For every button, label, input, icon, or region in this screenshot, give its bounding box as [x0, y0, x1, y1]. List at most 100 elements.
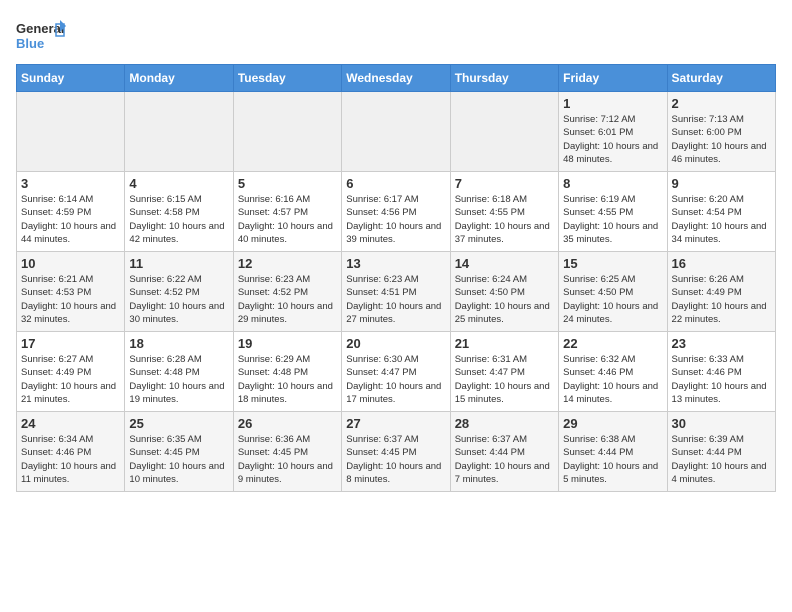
day-info: Sunrise: 6:25 AMSunset: 4:50 PMDaylight:… [563, 273, 662, 326]
day-info: Sunrise: 6:37 AMSunset: 4:45 PMDaylight:… [346, 433, 445, 486]
calendar-cell: 25 Sunrise: 6:35 AMSunset: 4:45 PMDayligh… [125, 412, 233, 492]
weekday-header-wednesday: Wednesday [342, 65, 450, 92]
calendar-cell: 12Sunrise: 6:23 AMSunset: 4:52 PMDayligh… [233, 252, 341, 332]
day-info: Sunrise: 6:27 AMSunset: 4:49 PMDaylight:… [21, 353, 120, 406]
calendar-cell: 5 Sunrise: 6:16 AMSunset: 4:57 PMDaylight… [233, 172, 341, 252]
calendar-cell: 15 Sunrise: 6:25 AMSunset: 4:50 PMDayligh… [559, 252, 667, 332]
calendar-cell: 13 Sunrise: 6:23 AMSunset: 4:51 PMDayligh… [342, 252, 450, 332]
calendar-cell: 6 Sunrise: 6:17 AMSunset: 4:56 PMDaylight… [342, 172, 450, 252]
weekday-header-tuesday: Tuesday [233, 65, 341, 92]
day-number: 17 [21, 336, 120, 351]
day-info: Sunrise: 6:31 AMSunset: 4:47 PMDaylight:… [455, 353, 554, 406]
day-number: 29 [563, 416, 662, 431]
calendar-cell: 28 Sunrise: 6:37 AMSunset: 4:44 PMDayligh… [450, 412, 558, 492]
calendar-cell: 8 Sunrise: 6:19 AMSunset: 4:55 PMDaylight… [559, 172, 667, 252]
day-info: Sunrise: 6:22 AMSunset: 4:52 PMDaylight:… [129, 273, 228, 326]
day-info: Sunrise: 6:18 AMSunset: 4:55 PMDaylight:… [455, 193, 554, 246]
day-number: 7 [455, 176, 554, 191]
day-number: 2 [672, 96, 771, 111]
day-number: 4 [129, 176, 228, 191]
calendar-cell: 22 Sunrise: 6:32 AMSunset: 4:46 PMDayligh… [559, 332, 667, 412]
day-number: 8 [563, 176, 662, 191]
day-info: Sunrise: 6:21 AMSunset: 4:53 PMDaylight:… [21, 273, 120, 326]
calendar-cell [125, 92, 233, 172]
day-number: 12 [238, 256, 337, 271]
weekday-header-saturday: Saturday [667, 65, 775, 92]
day-number: 28 [455, 416, 554, 431]
day-info: Sunrise: 6:34 AMSunset: 4:46 PMDaylight:… [21, 433, 120, 486]
calendar-header: SundayMondayTuesdayWednesdayThursdayFrid… [17, 65, 776, 92]
day-info: Sunrise: 7:13 AMSunset: 6:00 PMDaylight:… [672, 113, 771, 166]
weekday-header-row: SundayMondayTuesdayWednesdayThursdayFrid… [17, 65, 776, 92]
day-info: Sunrise: 6:24 AMSunset: 4:50 PMDaylight:… [455, 273, 554, 326]
day-info: Sunrise: 6:35 AMSunset: 4:45 PMDaylight:… [129, 433, 228, 486]
day-number: 22 [563, 336, 662, 351]
day-info: Sunrise: 6:20 AMSunset: 4:54 PMDaylight:… [672, 193, 771, 246]
day-number: 30 [672, 416, 771, 431]
day-number: 3 [21, 176, 120, 191]
calendar-cell: 17 Sunrise: 6:27 AMSunset: 4:49 PMDayligh… [17, 332, 125, 412]
calendar-cell: 4Sunrise: 6:15 AMSunset: 4:58 PMDaylight… [125, 172, 233, 252]
calendar-cell [17, 92, 125, 172]
calendar-week-4: 17 Sunrise: 6:27 AMSunset: 4:49 PMDayligh… [17, 332, 776, 412]
day-number: 25 [129, 416, 228, 431]
day-info: Sunrise: 6:38 AMSunset: 4:44 PMDaylight:… [563, 433, 662, 486]
weekday-header-monday: Monday [125, 65, 233, 92]
calendar-table: SundayMondayTuesdayWednesdayThursdayFrid… [16, 64, 776, 492]
day-number: 13 [346, 256, 445, 271]
calendar-cell: 9 Sunrise: 6:20 AMSunset: 4:54 PMDaylight… [667, 172, 775, 252]
calendar-cell: 16Sunrise: 6:26 AMSunset: 4:49 PMDayligh… [667, 252, 775, 332]
weekday-header-thursday: Thursday [450, 65, 558, 92]
day-number: 10 [21, 256, 120, 271]
day-number: 24 [21, 416, 120, 431]
calendar-cell [450, 92, 558, 172]
calendar-cell: 21Sunrise: 6:31 AMSunset: 4:47 PMDayligh… [450, 332, 558, 412]
day-number: 19 [238, 336, 337, 351]
calendar-cell: 14 Sunrise: 6:24 AMSunset: 4:50 PMDayligh… [450, 252, 558, 332]
calendar-cell: 1 Sunrise: 7:12 AMSunset: 6:01 PMDaylight… [559, 92, 667, 172]
calendar-cell: 10 Sunrise: 6:21 AMSunset: 4:53 PMDayligh… [17, 252, 125, 332]
day-info: Sunrise: 6:26 AMSunset: 4:49 PMDaylight:… [672, 273, 771, 326]
calendar-week-2: 3 Sunrise: 6:14 AMSunset: 4:59 PMDaylight… [17, 172, 776, 252]
logo-svg: General Blue [16, 16, 66, 56]
day-number: 9 [672, 176, 771, 191]
calendar-cell: 29 Sunrise: 6:38 AMSunset: 4:44 PMDayligh… [559, 412, 667, 492]
calendar-cell [233, 92, 341, 172]
calendar-cell: 20 Sunrise: 6:30 AMSunset: 4:47 PMDayligh… [342, 332, 450, 412]
day-number: 1 [563, 96, 662, 111]
calendar-cell: 26Sunrise: 6:36 AMSunset: 4:45 PMDayligh… [233, 412, 341, 492]
logo: General Blue [16, 16, 66, 56]
day-number: 6 [346, 176, 445, 191]
day-info: Sunrise: 7:12 AMSunset: 6:01 PMDaylight:… [563, 113, 662, 166]
day-info: Sunrise: 6:36 AMSunset: 4:45 PMDaylight:… [238, 433, 337, 486]
calendar-cell: 2 Sunrise: 7:13 AMSunset: 6:00 PMDaylight… [667, 92, 775, 172]
day-number: 14 [455, 256, 554, 271]
day-number: 20 [346, 336, 445, 351]
day-info: Sunrise: 6:19 AMSunset: 4:55 PMDaylight:… [563, 193, 662, 246]
day-info: Sunrise: 6:17 AMSunset: 4:56 PMDaylight:… [346, 193, 445, 246]
day-number: 18 [129, 336, 228, 351]
calendar-week-1: 1 Sunrise: 7:12 AMSunset: 6:01 PMDaylight… [17, 92, 776, 172]
weekday-header-sunday: Sunday [17, 65, 125, 92]
day-info: Sunrise: 6:16 AMSunset: 4:57 PMDaylight:… [238, 193, 337, 246]
calendar-cell: 3 Sunrise: 6:14 AMSunset: 4:59 PMDaylight… [17, 172, 125, 252]
day-info: Sunrise: 6:32 AMSunset: 4:46 PMDaylight:… [563, 353, 662, 406]
weekday-header-friday: Friday [559, 65, 667, 92]
day-number: 15 [563, 256, 662, 271]
svg-text:Blue: Blue [16, 36, 44, 51]
day-info: Sunrise: 6:33 AMSunset: 4:46 PMDaylight:… [672, 353, 771, 406]
calendar-week-5: 24 Sunrise: 6:34 AMSunset: 4:46 PMDayligh… [17, 412, 776, 492]
day-info: Sunrise: 6:37 AMSunset: 4:44 PMDaylight:… [455, 433, 554, 486]
calendar-cell: 11Sunrise: 6:22 AMSunset: 4:52 PMDayligh… [125, 252, 233, 332]
calendar-week-3: 10 Sunrise: 6:21 AMSunset: 4:53 PMDayligh… [17, 252, 776, 332]
day-info: Sunrise: 6:30 AMSunset: 4:47 PMDaylight:… [346, 353, 445, 406]
day-info: Sunrise: 6:14 AMSunset: 4:59 PMDaylight:… [21, 193, 120, 246]
day-info: Sunrise: 6:23 AMSunset: 4:51 PMDaylight:… [346, 273, 445, 326]
calendar-cell: 23 Sunrise: 6:33 AMSunset: 4:46 PMDayligh… [667, 332, 775, 412]
day-info: Sunrise: 6:29 AMSunset: 4:48 PMDaylight:… [238, 353, 337, 406]
calendar-cell: 30Sunrise: 6:39 AMSunset: 4:44 PMDayligh… [667, 412, 775, 492]
day-number: 5 [238, 176, 337, 191]
day-number: 23 [672, 336, 771, 351]
calendar-cell: 24 Sunrise: 6:34 AMSunset: 4:46 PMDayligh… [17, 412, 125, 492]
calendar-cell: 7 Sunrise: 6:18 AMSunset: 4:55 PMDaylight… [450, 172, 558, 252]
